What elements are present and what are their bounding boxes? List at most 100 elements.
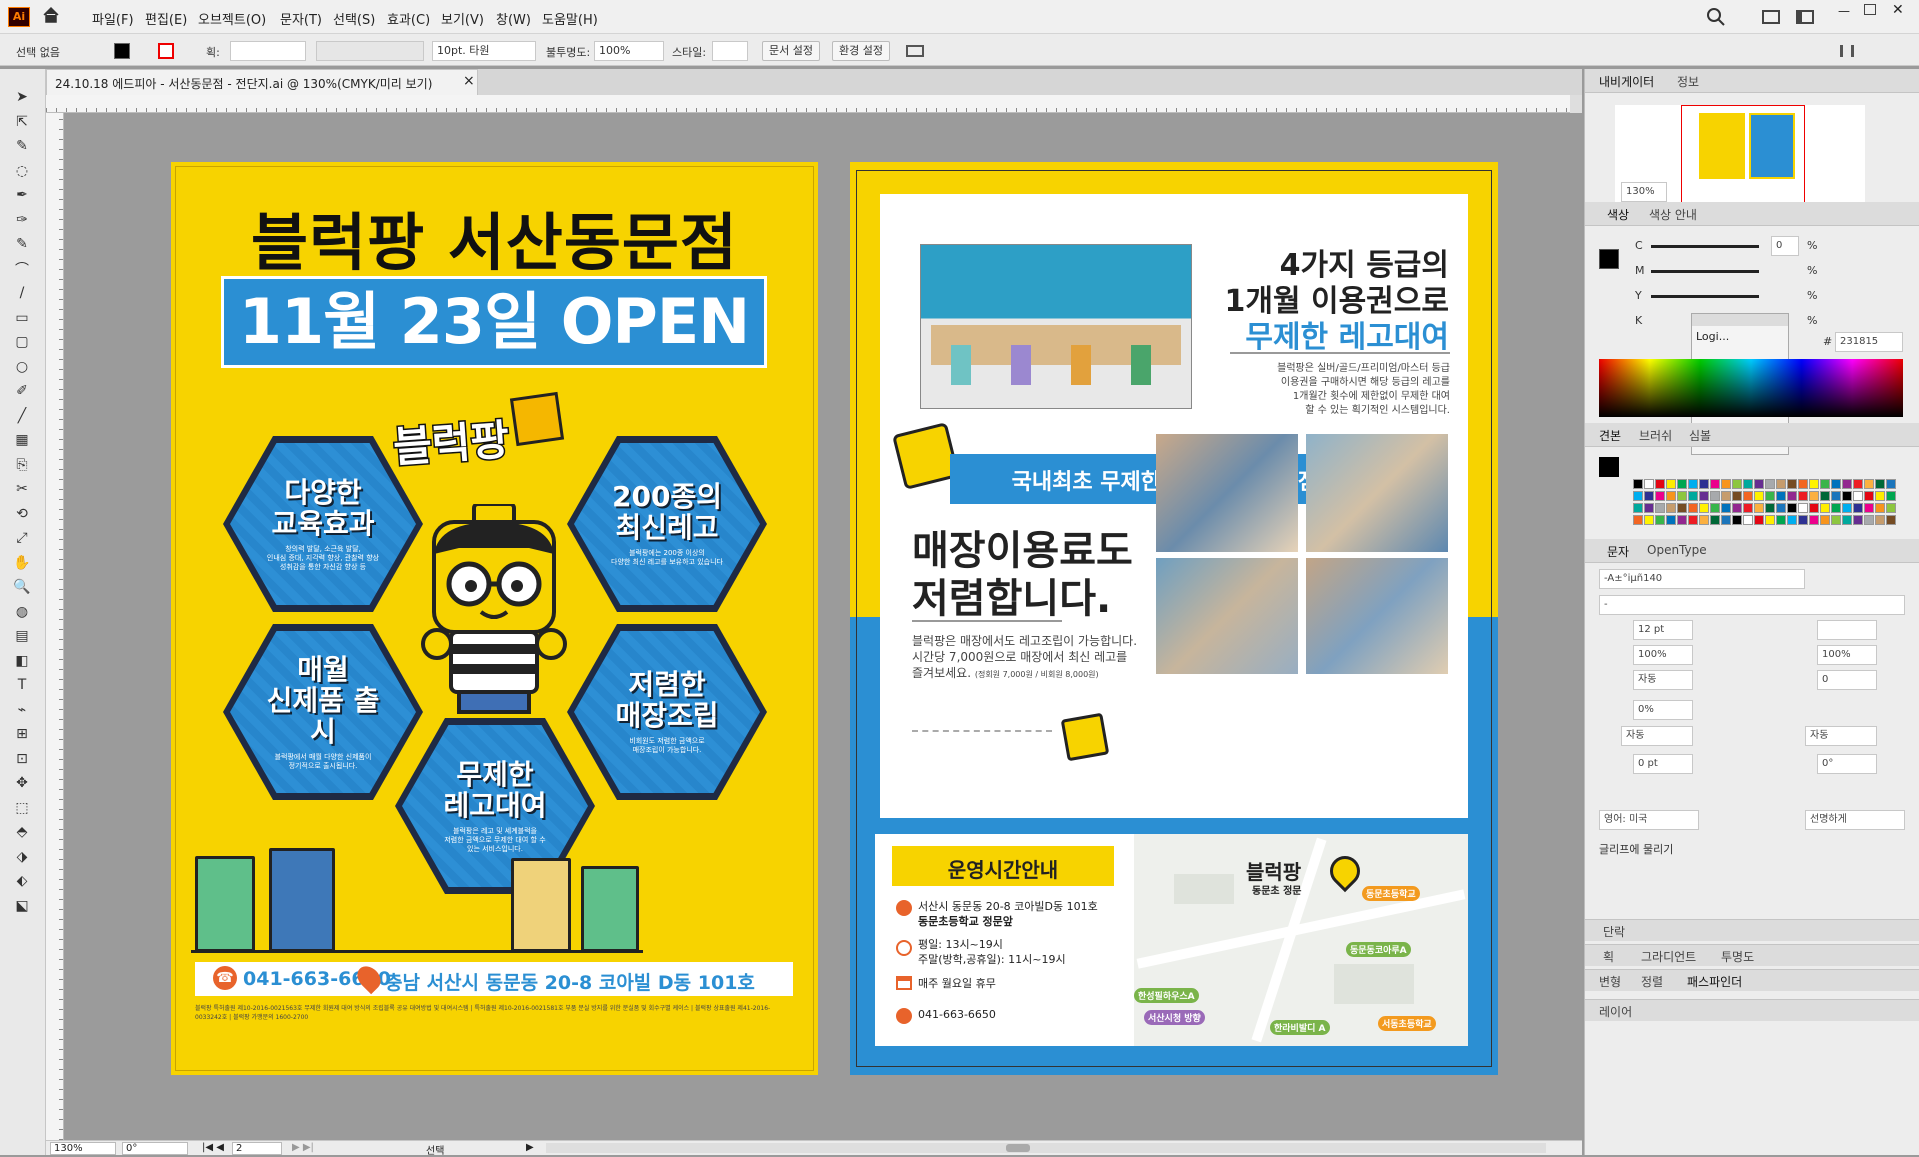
m-slider[interactable] [1651,270,1759,273]
swatch-chip[interactable] [1842,503,1852,513]
swatch-chip[interactable] [1754,479,1764,489]
close-tab-icon[interactable]: × [463,73,475,89]
tool-23-icon[interactable]: ◧ [10,651,34,671]
paragraph-header[interactable]: 단락 [1585,919,1919,941]
tool-31-icon[interactable]: ⬗ [10,847,34,867]
arrange-icon[interactable] [1796,10,1814,24]
horizontal-scrollbar[interactable] [546,1143,1546,1153]
tool-13-icon[interactable]: ╱ [10,406,34,426]
tool-21-icon[interactable]: ◍ [10,602,34,622]
swatch-chip[interactable] [1820,503,1830,513]
swatch-chip[interactable] [1853,503,1863,513]
tool-10-icon[interactable]: ▢ [10,332,34,352]
swatch-chip[interactable] [1655,479,1665,489]
swatch-chip[interactable] [1677,503,1687,513]
menu-item-3[interactable]: 문자(T) [280,9,322,28]
style-select[interactable] [712,41,748,61]
swatch-chip[interactable] [1787,479,1797,489]
tool-16-icon[interactable]: ✂ [10,479,34,499]
tab-brushes[interactable]: 브러쉬 [1639,427,1672,444]
swatch-chip[interactable] [1721,515,1731,525]
brush-select[interactable]: 10pt. 타원 [432,41,536,61]
font-size-field[interactable]: 12 pt [1633,620,1693,640]
swatch-chip[interactable] [1875,515,1885,525]
swatch-chip[interactable] [1721,503,1731,513]
tool-26-icon[interactable]: ⊞ [10,724,34,744]
artboard-back[interactable]: 4가지 등급의 1개월 이용권으로 무제한 레고대여 블럭팡은 실버/골드/프리… [850,162,1498,1075]
tool-29-icon[interactable]: ⬚ [10,798,34,818]
swatch-chip[interactable] [1732,515,1742,525]
tab-stroke[interactable]: 획 [1603,948,1614,965]
tool-9-icon[interactable]: ▭ [10,308,34,328]
menu-item-7[interactable]: 창(W) [496,9,531,28]
swatch-chip[interactable] [1677,491,1687,501]
tab-align[interactable]: 정렬 [1641,973,1663,990]
swatch-chip[interactable] [1798,491,1808,501]
tool-7-icon[interactable]: ⌒ [10,259,34,279]
font-style-field[interactable]: - [1599,595,1905,615]
tool-20-icon[interactable]: 🔍 [10,577,34,597]
tool-0-icon[interactable]: ➤ [10,87,34,107]
swatch-chip[interactable] [1853,479,1863,489]
tsume-field[interactable]: 0% [1633,700,1693,720]
swatch-chip[interactable] [1699,515,1709,525]
swatch-chip[interactable] [1765,515,1775,525]
swatch-chip[interactable] [1820,491,1830,501]
swatch-chip[interactable] [1853,515,1863,525]
swatch-chip[interactable] [1743,515,1753,525]
antialias-select[interactable]: 선명하게 [1805,810,1905,830]
tab-navigator[interactable]: 내비게이터 [1599,73,1654,90]
swatch-chip[interactable] [1644,503,1654,513]
swatch-chip[interactable] [1633,479,1643,489]
artboard-front[interactable]: 블럭팡 서산동문점 11월 23일 OPEN 블럭팡 다양한 교육효과 창의력 발… [171,162,818,1075]
tool-4-icon[interactable]: ✒ [10,185,34,205]
baseline-field[interactable]: 0 pt [1633,754,1693,774]
swatch-chip[interactable] [1721,479,1731,489]
menu-item-2[interactable]: 오브젝트(O) [198,9,266,28]
preferences-button[interactable]: 환경 설정 [832,41,890,61]
swatch-chip[interactable] [1688,491,1698,501]
swatch-chip[interactable] [1776,479,1786,489]
swatch-chip[interactable] [1666,479,1676,489]
menu-item-0[interactable]: 파일(F) [92,9,134,28]
stroke-weight-field[interactable] [230,41,306,61]
swatch-chip[interactable] [1842,491,1852,501]
swatch-chip[interactable] [1754,515,1764,525]
swatch-chip[interactable] [1886,503,1896,513]
document-tab[interactable]: 24.10.18 에드피아 - 서산동문점 - 전단지.ai @ 130%(CM… [46,69,478,95]
color-spectrum[interactable] [1599,359,1903,417]
swatch-chip[interactable] [1831,515,1841,525]
swatch-chip[interactable] [1875,491,1885,501]
tool-8-icon[interactable]: / [10,283,34,303]
aki-left-field[interactable]: 자동 [1621,726,1693,746]
swatch-chip[interactable] [1798,479,1808,489]
language-select[interactable]: 영어: 미국 [1599,810,1699,830]
tab-layers[interactable]: 레이어 [1599,1003,1632,1020]
tab-swatches[interactable]: 견본 [1599,427,1621,444]
swatch-chip[interactable] [1644,515,1654,525]
tool-27-icon[interactable]: ⊡ [10,749,34,769]
swatch-chip[interactable] [1809,491,1819,501]
close-window-button[interactable]: ✕ [1892,2,1904,18]
tool-6-icon[interactable]: ✎ [10,234,34,254]
c-value-field[interactable]: 0 [1771,236,1799,256]
swatch-chip[interactable] [1732,479,1742,489]
tracking-field[interactable]: 0 [1817,670,1877,690]
swatch-chip[interactable] [1754,491,1764,501]
swatch-chip[interactable] [1842,515,1852,525]
aki-right-field[interactable]: 자동 [1805,726,1877,746]
arrange-documents-icon[interactable] [906,45,924,57]
swatch-chip[interactable] [1699,503,1709,513]
tool-24-icon[interactable]: T [10,675,34,695]
swatch-chip[interactable] [1677,479,1687,489]
tool-3-icon[interactable]: ◌ [10,161,34,181]
tab-pathfinder[interactable]: 패스파인더 [1687,973,1742,990]
swatch-chip[interactable] [1809,515,1819,525]
swatch-chip[interactable] [1743,479,1753,489]
tab-info[interactable]: 정보 [1677,73,1699,90]
swatch-chip[interactable] [1732,491,1742,501]
tab-paragraph[interactable]: 단락 [1603,923,1625,940]
tool-5-icon[interactable]: ✑ [10,210,34,230]
swatch-chip[interactable] [1688,503,1698,513]
swatch-chip[interactable] [1710,515,1720,525]
